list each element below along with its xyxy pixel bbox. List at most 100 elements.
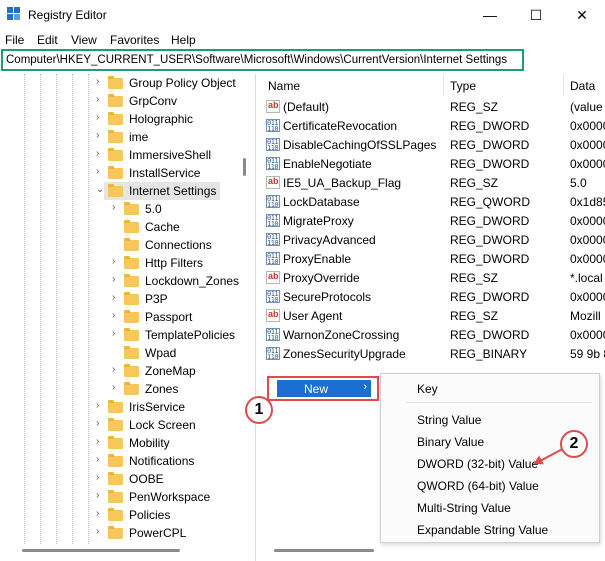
tree-horizontal-scrollbar[interactable] xyxy=(22,549,180,552)
tree-item[interactable]: › P3P xyxy=(0,290,255,308)
chevron-right-icon[interactable]: › xyxy=(96,418,99,429)
tree-item[interactable]: › OOBE xyxy=(0,470,255,488)
chevron-right-icon[interactable]: › xyxy=(96,148,99,159)
value-row[interactable]: 011 110 SecureProtocols REG_DWORD 0x0000 xyxy=(260,287,605,306)
tree-item[interactable]: Connections xyxy=(0,236,255,254)
value-data: *.local xyxy=(570,271,603,285)
chevron-right-icon[interactable]: › xyxy=(112,310,115,321)
tree-item[interactable]: › ImmersiveShell xyxy=(0,146,255,164)
column-divider[interactable] xyxy=(563,74,564,96)
value-type: REG_DWORD xyxy=(450,214,530,228)
value-row[interactable]: 011 110 LockDatabase REG_QWORD 0x1d85 xyxy=(260,192,605,211)
tree-item[interactable]: › Policies xyxy=(0,506,255,524)
submenu-key[interactable]: Key xyxy=(417,382,438,396)
tree-item[interactable]: ⌄ Internet Settings xyxy=(96,182,220,200)
menu-view[interactable]: View xyxy=(71,33,97,47)
menu-edit[interactable]: Edit xyxy=(37,33,58,47)
column-header-data[interactable]: Data xyxy=(570,79,595,93)
chevron-right-icon[interactable]: › xyxy=(96,490,99,501)
close-button[interactable]: ✕ xyxy=(559,0,605,30)
chevron-right-icon[interactable]: › xyxy=(112,274,115,285)
chevron-right-icon[interactable]: › xyxy=(96,130,99,141)
chevron-right-icon[interactable]: › xyxy=(96,454,99,465)
chevron-right-icon[interactable]: › xyxy=(112,328,115,339)
chevron-right-icon[interactable]: › xyxy=(112,256,115,267)
tree-item[interactable]: Cache xyxy=(0,218,255,236)
tree-item[interactable]: › Lock Screen xyxy=(0,416,255,434)
value-row[interactable]: ab ProxyOverride REG_SZ *.local xyxy=(260,268,605,287)
submenu-qword-value[interactable]: QWORD (64-bit) Value xyxy=(417,479,539,493)
registry-tree[interactable]: › Group Policy Object › GrpConv › Holographic… xyxy=(0,74,256,561)
list-horizontal-scrollbar[interactable] xyxy=(274,549,374,552)
tree-item[interactable]: › 5.0 xyxy=(0,200,255,218)
tree-vertical-scrollbar[interactable] xyxy=(243,158,246,176)
tree-item[interactable]: › Zones xyxy=(0,380,255,398)
tree-item[interactable]: › InstallService xyxy=(0,164,255,182)
tree-item[interactable]: › TemplatePolicies xyxy=(0,326,255,344)
chevron-right-icon[interactable]: › xyxy=(96,526,99,537)
value-row[interactable]: 011 110 PrivacyAdvanced REG_DWORD 0x0000 xyxy=(260,230,605,249)
minimize-button[interactable]: — xyxy=(467,0,513,30)
submenu-binary-value[interactable]: Binary Value xyxy=(417,435,484,449)
menu-help[interactable]: Help xyxy=(171,33,196,47)
tree-item[interactable]: › IrisService xyxy=(0,398,255,416)
value-row[interactable]: 011 110 WarnonZoneCrossing REG_DWORD 0x0000 xyxy=(260,325,605,344)
tree-item[interactable]: › Http Filters xyxy=(0,254,255,272)
tree-item[interactable]: › ZoneMap xyxy=(0,362,255,380)
new-highlight-box: New › xyxy=(267,376,379,401)
tree-item[interactable]: Wpad xyxy=(0,344,255,362)
chevron-right-icon[interactable]: › xyxy=(96,472,99,483)
tree-item-label: ime xyxy=(129,130,149,144)
value-row[interactable]: ab (Default) REG_SZ (value xyxy=(260,97,605,116)
address-bar[interactable]: Computer\HKEY_CURRENT_USER\Software\Micr… xyxy=(1,49,524,71)
tree-item[interactable]: › PenWorkspace xyxy=(0,488,255,506)
tree-item-label: ImmersiveShell xyxy=(129,148,212,162)
chevron-right-icon[interactable]: › xyxy=(96,400,99,411)
tree-item[interactable]: › Lockdown_Zones xyxy=(0,272,255,290)
chevron-right-icon[interactable]: › xyxy=(112,382,115,393)
value-row[interactable]: 011 110 EnableNegotiate REG_DWORD 0x0000 xyxy=(260,154,605,173)
value-type-glyph: 011 110 xyxy=(267,252,279,266)
column-divider[interactable] xyxy=(443,74,444,96)
chevron-right-icon[interactable]: › xyxy=(96,166,99,177)
chevron-right-icon[interactable]: › xyxy=(96,436,99,447)
chevron-right-icon[interactable]: › xyxy=(96,76,99,87)
chevron-right-icon[interactable]: › xyxy=(112,202,115,213)
tree-item[interactable]: › PowerCPL xyxy=(0,524,255,542)
tree-item[interactable]: › Mobility xyxy=(0,434,255,452)
value-row[interactable]: 011 110 CertificateRevocation REG_DWORD 0x0… xyxy=(260,116,605,135)
tree-item[interactable]: › Passport xyxy=(0,308,255,326)
menu-file[interactable]: File xyxy=(5,33,24,47)
chevron-right-icon: › xyxy=(363,381,367,393)
tree-item[interactable]: › Notifications xyxy=(0,452,255,470)
column-header-type[interactable]: Type xyxy=(450,79,476,93)
value-type: REG_SZ xyxy=(450,176,499,190)
chevron-right-icon[interactable]: › xyxy=(112,364,115,375)
submenu-multi-string-value[interactable]: Multi-String Value xyxy=(417,501,511,515)
value-row[interactable]: 011 110 DisableCachingOfSSLPages REG_DWORD… xyxy=(260,135,605,154)
value-row[interactable]: 011 110 MigrateProxy REG_DWORD 0x0000 xyxy=(260,211,605,230)
chevron-down-icon[interactable]: ⌄ xyxy=(96,184,104,195)
tree-item[interactable]: › Holographic xyxy=(0,110,255,128)
value-row[interactable]: ab User Agent REG_SZ Mozill xyxy=(260,306,605,325)
new-menu-item[interactable]: New › xyxy=(277,380,371,397)
folder-icon xyxy=(124,238,139,251)
value-type: REG_DWORD xyxy=(450,157,530,171)
maximize-button[interactable]: ☐ xyxy=(513,0,559,30)
submenu-expandable-string-value[interactable]: Expandable String Value xyxy=(417,523,548,537)
chevron-right-icon[interactable]: › xyxy=(96,94,99,105)
tree-item[interactable]: › GrpConv xyxy=(0,92,255,110)
chevron-right-icon[interactable]: › xyxy=(96,112,99,123)
chevron-right-icon[interactable]: › xyxy=(96,508,99,519)
menu-favorites[interactable]: Favorites xyxy=(110,33,159,47)
value-row[interactable]: ab IE5_UA_Backup_Flag REG_SZ 5.0 xyxy=(260,173,605,192)
tree-item[interactable]: › Group Policy Object xyxy=(0,74,255,92)
submenu-string-value[interactable]: String Value xyxy=(417,413,481,427)
menu-bar: File Edit View Favorites Help xyxy=(0,30,605,48)
column-header-name[interactable]: Name xyxy=(268,79,300,93)
chevron-right-icon[interactable]: › xyxy=(112,292,115,303)
tree-item[interactable]: › ime xyxy=(0,128,255,146)
value-row[interactable]: 011 110 ZonesSecurityUpgrade REG_BINARY 59 … xyxy=(260,344,605,363)
value-row[interactable]: 011 110 ProxyEnable REG_DWORD 0x0000 xyxy=(260,249,605,268)
submenu-dword-value[interactable]: DWORD (32-bit) Value xyxy=(417,457,538,471)
